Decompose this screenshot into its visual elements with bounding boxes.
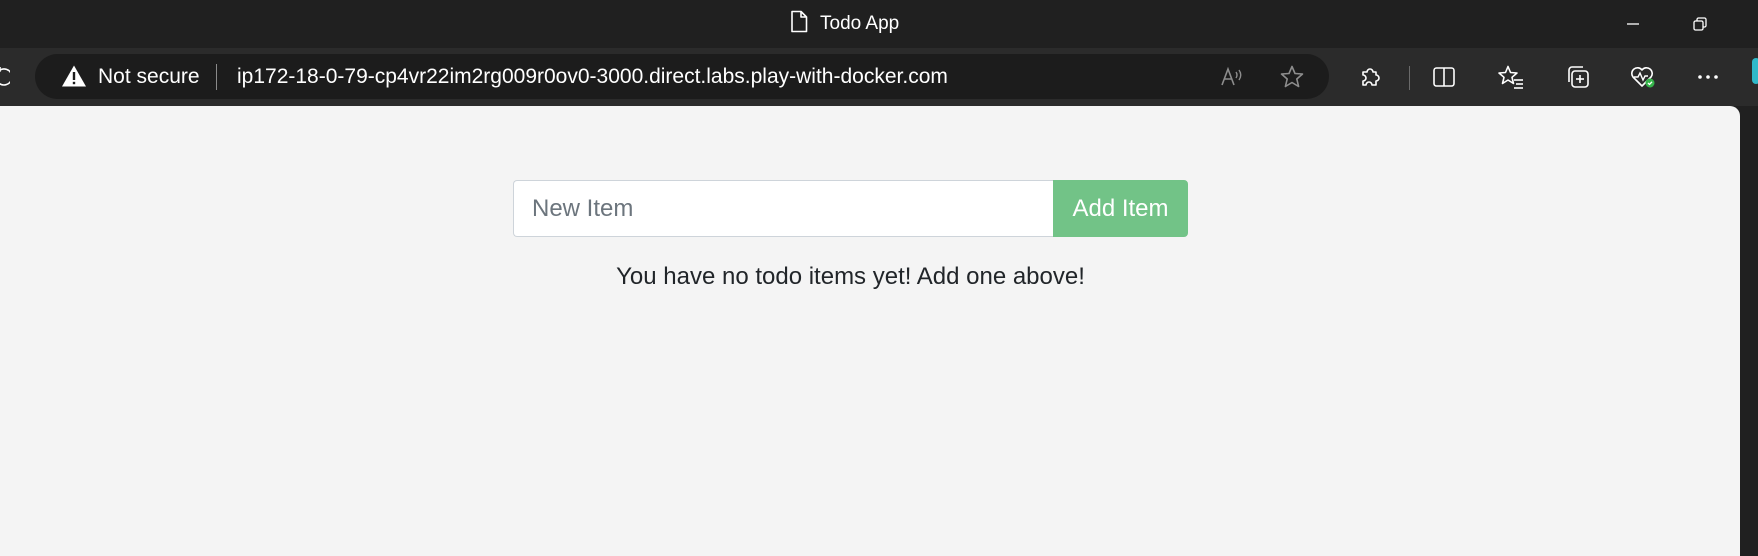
browser-essentials-icon[interactable] (1629, 63, 1657, 91)
add-item-form: Add Item (513, 180, 1188, 237)
empty-state-message: You have no todo items yet! Add one abov… (616, 263, 1085, 290)
security-label[interactable]: Not secure (98, 65, 200, 89)
minimize-icon[interactable] (1619, 10, 1647, 38)
split-screen-icon[interactable] (1430, 63, 1458, 91)
collections-icon[interactable] (1564, 63, 1592, 91)
page-document-icon (790, 10, 808, 38)
window-title: Todo App (820, 13, 900, 34)
new-item-input[interactable] (513, 180, 1053, 237)
more-icon[interactable] (1694, 63, 1722, 91)
refresh-icon[interactable] (0, 65, 10, 91)
extensions-icon[interactable] (1357, 63, 1385, 91)
add-item-button[interactable]: Add Item (1053, 180, 1188, 237)
browser-toolbar: Not secure ip172-18-0-79-cp4vr22im2rg009… (0, 48, 1758, 106)
url-text[interactable]: ip172-18-0-79-cp4vr22im2rg009r0ov0-3000.… (237, 65, 948, 89)
page-content: Add Item You have no todo items yet! Add… (0, 106, 1740, 556)
favorite-star-icon[interactable] (1279, 64, 1305, 90)
read-aloud-icon[interactable] (1219, 64, 1245, 90)
address-divider (216, 64, 217, 90)
toolbar-divider (1409, 66, 1410, 90)
warning-icon[interactable] (61, 64, 87, 93)
address-bar[interactable]: Not secure ip172-18-0-79-cp4vr22im2rg009… (35, 54, 1329, 99)
window-titlebar: Todo App (0, 0, 1758, 48)
favorites-icon[interactable] (1497, 63, 1525, 91)
window-edge (1740, 106, 1758, 556)
copilot-icon[interactable] (1752, 58, 1758, 84)
window-title-group: Todo App (790, 10, 900, 38)
restore-icon[interactable] (1686, 10, 1714, 38)
